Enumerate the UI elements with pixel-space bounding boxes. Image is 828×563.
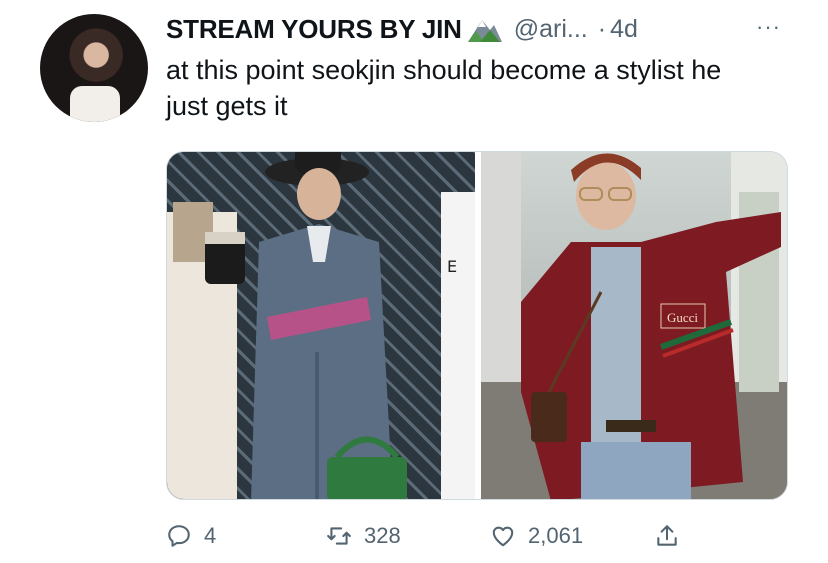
media-grid: E Gucci <box>166 151 788 500</box>
retweet-icon <box>327 527 351 545</box>
tweet-header: STREAM YOURS BY JIN @ari... · 4d <box>166 12 638 46</box>
like-icon <box>492 526 514 547</box>
display-name[interactable]: STREAM YOURS BY JIN <box>166 14 462 45</box>
reply-icon <box>168 525 190 547</box>
tweet-actions: 4 328 2,061 <box>166 518 686 554</box>
gucci-tag-label: Gucci <box>667 310 698 325</box>
right-photo-illustration: Gucci <box>481 152 787 499</box>
user-handle[interactable]: @ari... <box>514 15 588 44</box>
share-icon <box>657 525 677 546</box>
reply-button[interactable]: 4 <box>166 518 216 554</box>
mountain-emoji-icon <box>467 20 502 42</box>
share-button[interactable] <box>654 518 680 554</box>
svg-text:E: E <box>447 257 457 276</box>
more-options-button[interactable]: ··· <box>756 14 781 40</box>
right-photo[interactable]: Gucci <box>481 152 787 499</box>
retweet-button[interactable]: 328 <box>326 518 401 554</box>
left-photo[interactable]: E <box>167 152 475 499</box>
avatar[interactable] <box>40 14 148 122</box>
timestamp[interactable]: 4d <box>610 15 638 44</box>
tweet-text: at this point seokjin should become a st… <box>166 55 722 121</box>
like-count: 2,061 <box>528 523 584 548</box>
reply-count: 4 <box>204 523 217 548</box>
like-button[interactable]: 2,061 <box>490 518 583 554</box>
retweet-count: 328 <box>364 523 401 548</box>
separator-dot: · <box>597 14 607 43</box>
left-photo-illustration: E <box>167 152 475 499</box>
